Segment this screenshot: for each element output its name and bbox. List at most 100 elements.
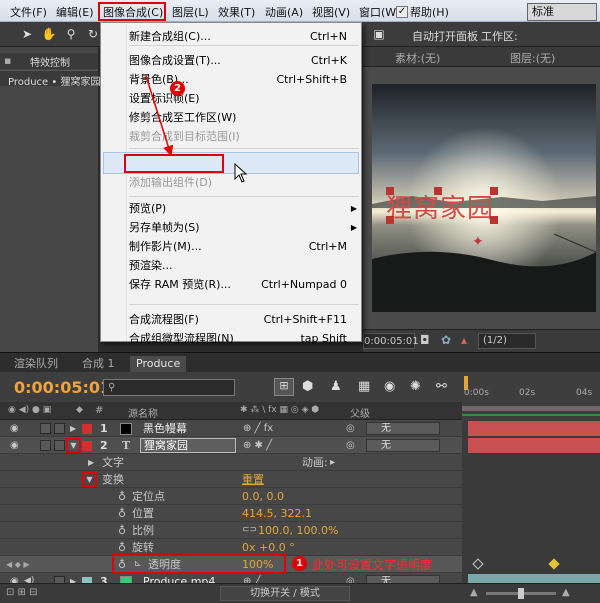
timeline-search-input[interactable]: ⚲ (103, 379, 235, 396)
zoom-tool-icon[interactable]: ⚲ (62, 25, 80, 43)
color-channels-icon[interactable]: ✿ (441, 333, 451, 347)
pickwhip-icon[interactable]: ◎ (346, 437, 355, 454)
comp-flowchart-icon[interactable]: ⊞ (274, 378, 294, 396)
menu-item[interactable]: 合成组微型流程图(N) tap Shift (127, 329, 361, 348)
graph-editor-icon[interactable]: ⚯ (436, 379, 447, 394)
menu-item[interactable]: 保存 RAM 预览(R)... Ctrl+Numpad 0 (127, 275, 361, 294)
animate-label[interactable]: 动画: (302, 454, 328, 471)
layer-row[interactable]: ◉ ▼ 2 T 狸窝家园 ⊕ ✱ ╱ ◎ 无 (0, 437, 462, 454)
lock-checkbox[interactable] (40, 423, 51, 434)
draft-3d-icon[interactable]: ⬢ (302, 379, 313, 394)
zoom-in-icon[interactable]: ▲ (562, 587, 570, 598)
property-row[interactable]: ♁ 比例 ⊂⊃ 100.0, 100.0% (0, 522, 462, 539)
visibility-eye-icon[interactable]: ◉ (10, 420, 19, 437)
menu-effect[interactable]: 效果(T) (218, 4, 255, 20)
menu-view[interactable]: 视图(V) (312, 4, 350, 20)
pickwhip-icon[interactable]: ◎ (346, 420, 355, 437)
property-row[interactable]: ♁ 定位点 0.0, 0.0 (0, 488, 462, 505)
menu-item[interactable]: 预览(P) ▶ (127, 199, 361, 218)
property-value[interactable]: 0.0, 0.0 (242, 488, 284, 505)
bbox-handle[interactable] (490, 187, 498, 195)
panel-icon[interactable]: ▣ (370, 25, 388, 43)
twirl-open-icon[interactable]: ▼ (82, 472, 97, 487)
menu-item[interactable]: 另存单帧为(S) ▶ (127, 218, 361, 237)
bbox-handle[interactable] (386, 216, 394, 224)
tab-render-queue[interactable]: 渲染队列 (8, 356, 64, 373)
constrain-link-icon[interactable]: ⊂⊃ (242, 522, 257, 539)
timeline-timecode[interactable]: 0:00:05:01 (14, 378, 111, 397)
timeline-track-area[interactable] (462, 420, 600, 589)
viewer-timecode[interactable]: 0:00:05:01 (363, 333, 419, 349)
keyframe-diamond-icon[interactable] (472, 558, 484, 570)
anchor-point-icon[interactable]: ✦ (472, 234, 484, 250)
menu-window[interactable]: 窗口(W) (359, 4, 400, 20)
toggle-switches-modes-button[interactable]: 切换开关 / 模式 (220, 586, 350, 601)
property-row[interactable]: ♁ 位置 414.5, 322.1 (0, 505, 462, 522)
layer-name[interactable]: 黑色幔幕 (143, 420, 187, 437)
effect-controls-tab[interactable]: ▪ 特效控制 (0, 53, 98, 69)
menu-item[interactable]: 预渲染... (127, 256, 361, 275)
property-value[interactable]: 414.5, 322.1 (242, 505, 312, 522)
frame-blending-icon[interactable]: ▦ (358, 379, 370, 394)
reset-link[interactable]: 重置 (242, 471, 264, 488)
keyframe-diamond-icon[interactable] (548, 558, 560, 570)
resolution-select[interactable]: (1/2) (478, 333, 536, 349)
panel-toggle-icons[interactable]: ⊡ ⊞ ⊟ (6, 587, 38, 598)
stopwatch-icon[interactable]: ♁ (118, 488, 126, 505)
parent-header[interactable]: 父级 (350, 405, 370, 420)
shy-checkbox[interactable] (54, 440, 65, 451)
stopwatch-icon[interactable]: ♁ (118, 522, 126, 539)
workspace-select[interactable]: 标准 (527, 3, 597, 21)
twirl-closed-icon[interactable]: ▶ (70, 420, 76, 437)
brainstorm-icon[interactable]: ✺ (410, 379, 421, 394)
bbox-handle[interactable] (386, 187, 394, 195)
layer-label-color[interactable] (82, 441, 92, 451)
shy-checkbox[interactable] (54, 423, 65, 434)
menu-layer[interactable]: 图层(L) (172, 4, 209, 20)
layer-duration-bar[interactable] (468, 438, 600, 453)
twirl-closed-icon[interactable]: ▶ (88, 454, 94, 471)
layer-tab[interactable]: 图层:(无) (510, 50, 555, 66)
menu-animation[interactable]: 动画(A) (265, 4, 303, 20)
zoom-slider-handle[interactable] (518, 588, 524, 599)
layer-switches[interactable]: ⊕ ╱ fx (243, 420, 273, 437)
tab-comp-1[interactable]: 合成 1 (76, 356, 121, 373)
menu-help[interactable]: 帮助(H) (410, 4, 449, 20)
property-value[interactable]: 100.0, 100.0% (258, 522, 338, 539)
layer-label-color[interactable] (82, 424, 92, 434)
menu-item[interactable]: 图像合成设置(T)... Ctrl+K (127, 51, 361, 70)
composition-preview[interactable]: 狸窝家园 ✦ (372, 84, 596, 312)
layer-duration-bar[interactable] (468, 421, 600, 436)
animate-menu-icon[interactable]: ▸ (330, 454, 335, 471)
hand-tool-icon[interactable]: ✋ (40, 25, 58, 43)
time-ruler[interactable]: 0:00s 02s 04s (462, 372, 600, 420)
show-channel-icon[interactable]: ▴ (461, 333, 467, 347)
parent-select[interactable]: 无 (366, 422, 440, 435)
transform-group-row[interactable]: ▼ 变换 重置 (0, 471, 462, 488)
menu-edit[interactable]: 编辑(E) (56, 4, 94, 20)
selection-tool-icon[interactable]: ➤ (18, 25, 36, 43)
tab-produce[interactable]: Produce (130, 356, 187, 373)
menu-item[interactable]: 合成流程图(F) Ctrl+Shift+F11 (127, 310, 361, 329)
auto-open-checkbox[interactable]: ✓ (396, 6, 408, 18)
bbox-handle[interactable] (434, 187, 442, 195)
work-area-bar[interactable] (462, 406, 600, 411)
lock-checkbox[interactable] (40, 440, 51, 451)
stopwatch-icon[interactable]: ♁ (118, 505, 126, 522)
motion-blur-icon[interactable]: ◉ (384, 379, 395, 394)
bbox-handle[interactable] (490, 216, 498, 224)
layer-switches[interactable]: ⊕ ✱ ╱ (243, 437, 272, 454)
text-group-row[interactable]: ▶ 文字 动画: ▸ (0, 454, 462, 471)
snapshot-icon[interactable]: ◘ (420, 333, 430, 347)
parent-select[interactable]: 无 (366, 439, 440, 452)
layer-row[interactable]: ◉ ▶ 1 黑色幔幕 ⊕ ╱ fx ◎ 无 (0, 420, 462, 437)
keyframe-nav-icons[interactable]: ◀ ◆ ▶ (6, 556, 30, 573)
hide-shy-icon[interactable]: ♟ (330, 379, 342, 394)
layer-name[interactable]: 狸窝家园 (140, 438, 236, 453)
menu-item[interactable]: 新建合成组(C)... Ctrl+N (127, 27, 361, 46)
visibility-eye-icon[interactable]: ◉ (10, 437, 19, 454)
zoom-out-icon[interactable]: ▲ (470, 587, 478, 598)
menu-file[interactable]: 文件(F) (10, 4, 47, 20)
twirl-open-icon[interactable]: ▼ (66, 438, 81, 453)
footage-tab[interactable]: 素材:(无) (395, 50, 440, 66)
